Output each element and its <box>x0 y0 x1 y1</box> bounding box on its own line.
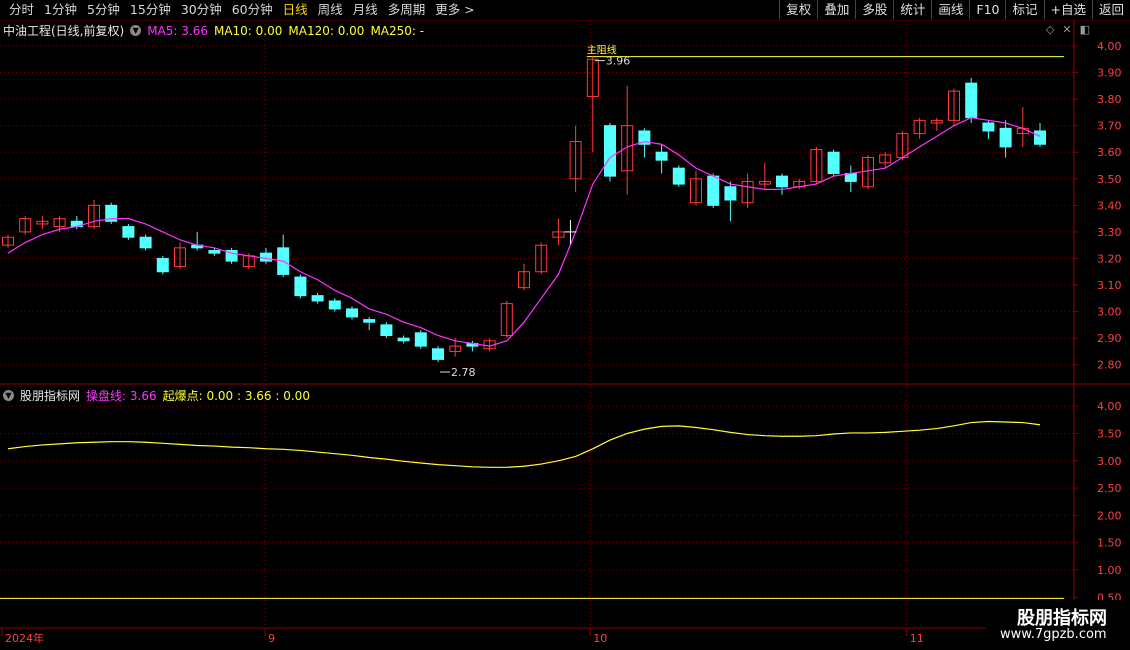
indicator-y-tick-label: 1.00 <box>1097 564 1122 577</box>
candle-down <box>776 175 788 188</box>
y-tick-label: 3.60 <box>1097 146 1122 159</box>
high-annotation: 3.96 <box>606 55 631 68</box>
x-tick-label: 11 <box>910 632 924 645</box>
y-tick-label: 4.00 <box>1097 40 1122 53</box>
candle-down <box>827 151 840 174</box>
watermark-url: www.7gpzb.com <box>1000 627 1107 642</box>
y-tick-label: 3.80 <box>1097 93 1122 106</box>
candle-down <box>311 295 324 302</box>
y-tick-label: 3.30 <box>1097 226 1122 239</box>
candle-down <box>672 167 685 185</box>
candle-down <box>294 276 307 297</box>
candle-down <box>1034 130 1046 145</box>
candle-down <box>380 324 393 336</box>
candle-down <box>432 348 444 360</box>
indicator-y-tick-label: 3.50 <box>1097 427 1122 440</box>
candle-down <box>328 300 341 310</box>
y-tick-label: 2.90 <box>1097 332 1122 345</box>
candle-down <box>122 226 135 238</box>
indicator-y-tick-label: 4.00 <box>1097 400 1122 413</box>
candle-down <box>346 308 358 318</box>
candle-down <box>414 332 427 347</box>
x-tick-label: 2024年 <box>5 631 44 645</box>
candle-down <box>156 257 169 273</box>
candle-down <box>397 337 410 342</box>
indicator-y-tick-label: 1.50 <box>1097 537 1122 550</box>
indicator-y-tick-label: 3.00 <box>1097 455 1122 468</box>
candle-down <box>965 82 978 119</box>
y-tick-label: 3.50 <box>1097 173 1122 186</box>
y-tick-label: 3.10 <box>1097 279 1122 292</box>
y-tick-label: 3.40 <box>1097 199 1122 212</box>
candle-down <box>982 122 995 132</box>
candle-down <box>363 319 376 323</box>
y-tick-label: 2.80 <box>1097 359 1122 372</box>
candle-down <box>999 127 1012 148</box>
y-tick-label: 3.20 <box>1097 252 1122 265</box>
candle-down <box>655 151 668 161</box>
low-annotation: 2.78 <box>451 366 476 379</box>
candle-down <box>604 125 616 177</box>
candle-down <box>208 250 221 254</box>
candle-down <box>707 175 720 206</box>
x-tick-label: 10 <box>593 632 607 645</box>
candle-down <box>724 186 737 201</box>
indicator-y-tick-label: 2.50 <box>1097 482 1122 495</box>
y-tick-label: 3.00 <box>1097 306 1122 319</box>
x-tick-label: 9 <box>268 632 275 645</box>
kline-chart[interactable]: 4.00 3.90 3.80 3.70 3.60 3.50 3.40 3.30 3.20 3.10… <box>0 0 1130 650</box>
y-tick-label: 3.90 <box>1097 67 1122 80</box>
candle-down <box>139 236 152 249</box>
y-tick-label: 3.70 <box>1097 120 1122 133</box>
indicator-y-tick-label: 2.00 <box>1097 509 1122 522</box>
candle-down <box>260 252 272 262</box>
